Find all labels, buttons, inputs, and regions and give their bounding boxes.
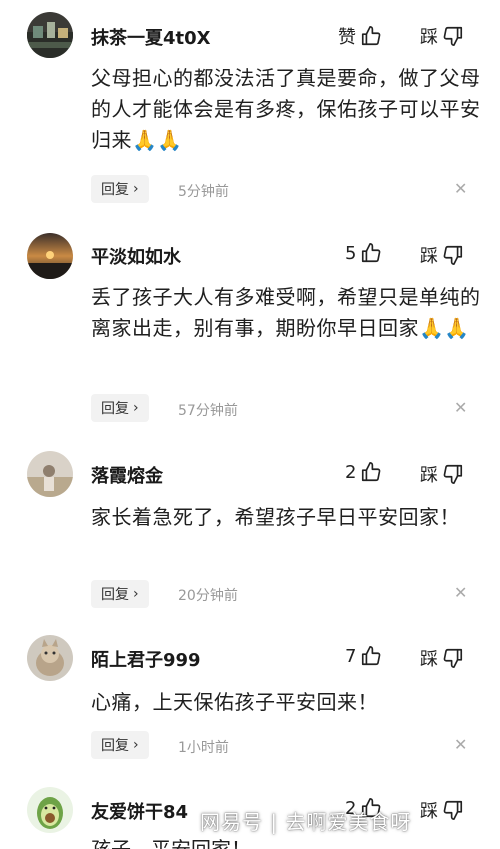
reply-label: 回复 xyxy=(101,738,129,754)
username[interactable]: 平淡如如水 xyxy=(91,243,181,269)
dislike-label: 踩 xyxy=(420,465,438,486)
avatar[interactable] xyxy=(27,635,73,681)
like-count: 2 xyxy=(345,461,357,483)
close-icon[interactable]: ✕ xyxy=(454,179,467,198)
like-button[interactable]: 赞 xyxy=(338,23,382,49)
thumbs-down-icon xyxy=(442,463,464,485)
thumbs-up-icon xyxy=(360,242,382,264)
avatar[interactable] xyxy=(27,451,73,497)
dislike-button[interactable]: 踩 xyxy=(420,461,464,487)
comment-time: 1小时前 xyxy=(178,740,229,756)
avatar[interactable] xyxy=(27,787,73,833)
comment-time: 20分钟前 xyxy=(178,588,238,604)
username[interactable]: 友爱饼干84 xyxy=(91,798,188,824)
username[interactable]: 抹茶一夏4t0X xyxy=(91,24,211,50)
dislike-label: 踩 xyxy=(420,801,438,822)
dislike-button[interactable]: 踩 xyxy=(420,645,464,671)
comment-time: 57分钟前 xyxy=(178,403,238,419)
like-label: 赞 xyxy=(338,27,356,48)
dislike-button[interactable]: 踩 xyxy=(420,242,464,268)
close-icon[interactable]: ✕ xyxy=(454,735,467,754)
thumbs-up-icon xyxy=(360,25,382,47)
thumbs-down-icon xyxy=(442,244,464,266)
comment-text: 父母担心的都没法活了真是要命，做了父母的人才能体会是有多疼，保佑孩子可以平安归来… xyxy=(91,66,481,152)
watermark: 网易号 | 去啊爱美食呀 xyxy=(200,810,412,834)
username[interactable]: 陌上君子999 xyxy=(91,646,201,672)
comment-text: 家长着急死了，希望孩子早日平安回家！ xyxy=(91,505,460,529)
like-button[interactable]: 5 xyxy=(345,242,382,264)
thumbs-down-icon xyxy=(442,799,464,821)
comment-text: 孩子，平安回家！ xyxy=(91,838,251,849)
reply-button[interactable]: 回复 › xyxy=(91,731,149,759)
thumbs-up-icon xyxy=(360,645,382,667)
comment-text: 丢了孩子大人有多难受啊，希望只是单纯的离家出走，别有事，期盼你早日回家🙏🙏 xyxy=(91,285,481,340)
like-button[interactable]: 7 xyxy=(345,645,382,667)
like-count: 5 xyxy=(345,242,357,264)
reply-button[interactable]: 回复 › xyxy=(91,580,149,608)
chevron-right-icon: › xyxy=(133,400,139,416)
reply-button[interactable]: 回复 › xyxy=(91,394,149,422)
thumbs-down-icon xyxy=(442,25,464,47)
chevron-right-icon: › xyxy=(133,586,139,602)
comment-text: 心痛，上天保佑孩子平安回来！ xyxy=(91,690,378,714)
reply-label: 回复 xyxy=(101,401,129,417)
like-button[interactable]: 2 xyxy=(345,461,382,483)
thumbs-up-icon xyxy=(360,461,382,483)
close-icon[interactable]: ✕ xyxy=(454,398,467,417)
username[interactable]: 落霞熔金 xyxy=(91,462,163,488)
comment-time: 5分钟前 xyxy=(178,184,229,200)
chevron-right-icon: › xyxy=(133,737,139,753)
reply-label: 回复 xyxy=(101,182,129,198)
avatar[interactable] xyxy=(27,12,73,58)
like-count: 7 xyxy=(345,645,357,667)
reply-button[interactable]: 回复 › xyxy=(91,175,149,203)
dislike-label: 踩 xyxy=(420,27,438,48)
close-icon[interactable]: ✕ xyxy=(454,583,467,602)
dislike-label: 踩 xyxy=(420,649,438,670)
dislike-label: 踩 xyxy=(420,246,438,267)
dislike-button[interactable]: 踩 xyxy=(420,23,464,49)
thumbs-down-icon xyxy=(442,647,464,669)
chevron-right-icon: › xyxy=(133,181,139,197)
dislike-button[interactable]: 踩 xyxy=(420,797,464,823)
reply-label: 回复 xyxy=(101,587,129,603)
avatar[interactable] xyxy=(27,233,73,279)
